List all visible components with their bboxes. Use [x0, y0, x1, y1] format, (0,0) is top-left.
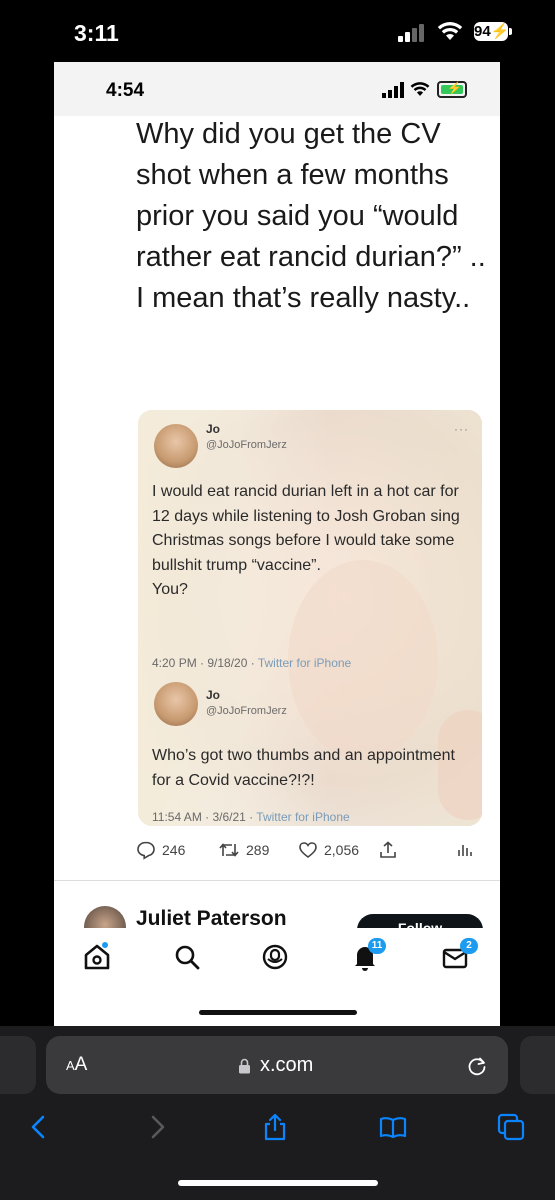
- quoted-tweet-image[interactable]: Jo @JoJoFromJerz ··· I would eat rancid …: [138, 410, 482, 826]
- back-icon[interactable]: [24, 1112, 54, 1142]
- wifi-icon: [437, 22, 463, 40]
- forward-icon[interactable]: [142, 1112, 172, 1142]
- battery-tip: [509, 28, 512, 35]
- inner-wifi-icon: [410, 82, 430, 96]
- quoted-avatar: [154, 424, 198, 468]
- more-icon: ···: [454, 422, 469, 436]
- reply-count: 246: [162, 842, 186, 858]
- spaces-icon[interactable]: [260, 942, 290, 972]
- tabs-icon[interactable]: [496, 1112, 526, 1142]
- previous-tab-peek[interactable]: [0, 1036, 36, 1094]
- device-clock: 3:11: [74, 20, 119, 46]
- divider: [54, 880, 500, 881]
- battery-indicator: 94⚡: [474, 22, 510, 41]
- analytics-button[interactable]: [456, 840, 474, 858]
- quoted-avatar-2: [154, 682, 198, 726]
- messages-badge: 2: [460, 938, 478, 954]
- notifications-badge: 11: [368, 938, 386, 954]
- quoted-name: Jo: [206, 422, 221, 436]
- heart-icon: [299, 842, 317, 859]
- like-button[interactable]: 2,056: [298, 840, 359, 860]
- home-indicator: [178, 1180, 378, 1186]
- page-settings-button[interactable]: AA: [66, 1054, 87, 1076]
- url-text[interactable]: x.com: [260, 1054, 313, 1077]
- share-sheet-icon[interactable]: [260, 1112, 290, 1142]
- battery-level: 94: [474, 23, 491, 40]
- inner-battery-icon: ⚡: [437, 81, 467, 98]
- search-icon[interactable]: [172, 942, 202, 972]
- lock-icon: [239, 1058, 250, 1074]
- quoted-body-2: Who’s got two thumbs and an appointment …: [152, 747, 455, 789]
- tweet-actions: 246 289 2,056: [134, 840, 494, 864]
- bookmarks-icon[interactable]: [378, 1112, 408, 1142]
- reply-button[interactable]: 246: [136, 840, 185, 860]
- next-tab-peek[interactable]: [520, 1036, 555, 1094]
- quoted-timestamp-2: 11:54 AM · 3/6/21 · Twitter for iPhone: [152, 810, 350, 824]
- retweet-button[interactable]: 289: [218, 840, 269, 860]
- tweet-body: Why did you get the CV shot when a few m…: [136, 118, 486, 314]
- home-notification-dot: [102, 942, 108, 948]
- inner-clock: 4:54: [106, 80, 145, 101]
- quoted-timestamp: 4:20 PM · 9/18/20 · Twitter for iPhone: [152, 656, 352, 670]
- like-count: 2,056: [324, 842, 360, 858]
- retweet-icon: [219, 843, 239, 857]
- cellular-signal-icon: [398, 24, 428, 42]
- quoted-handle: @JoJoFromJerz: [206, 439, 287, 451]
- tweet-screenshot: 4:54 ⚡ Why did you get the CV shot when …: [54, 62, 500, 1026]
- reply-icon: [137, 841, 155, 860]
- inner-home-indicator: [199, 1010, 357, 1015]
- quoted-body: I would eat rancid durian left in a hot …: [152, 483, 460, 598]
- share-icon: [380, 841, 396, 858]
- quoted-name-2: Jo: [206, 688, 221, 702]
- share-button[interactable]: [378, 840, 398, 860]
- retweet-count: 289: [246, 842, 270, 858]
- inner-signal-icon: [382, 82, 404, 98]
- reload-icon[interactable]: [466, 1055, 488, 1077]
- quoted-handle-2: @JoJoFromJerz: [206, 705, 287, 717]
- analytics-icon: [458, 845, 472, 856]
